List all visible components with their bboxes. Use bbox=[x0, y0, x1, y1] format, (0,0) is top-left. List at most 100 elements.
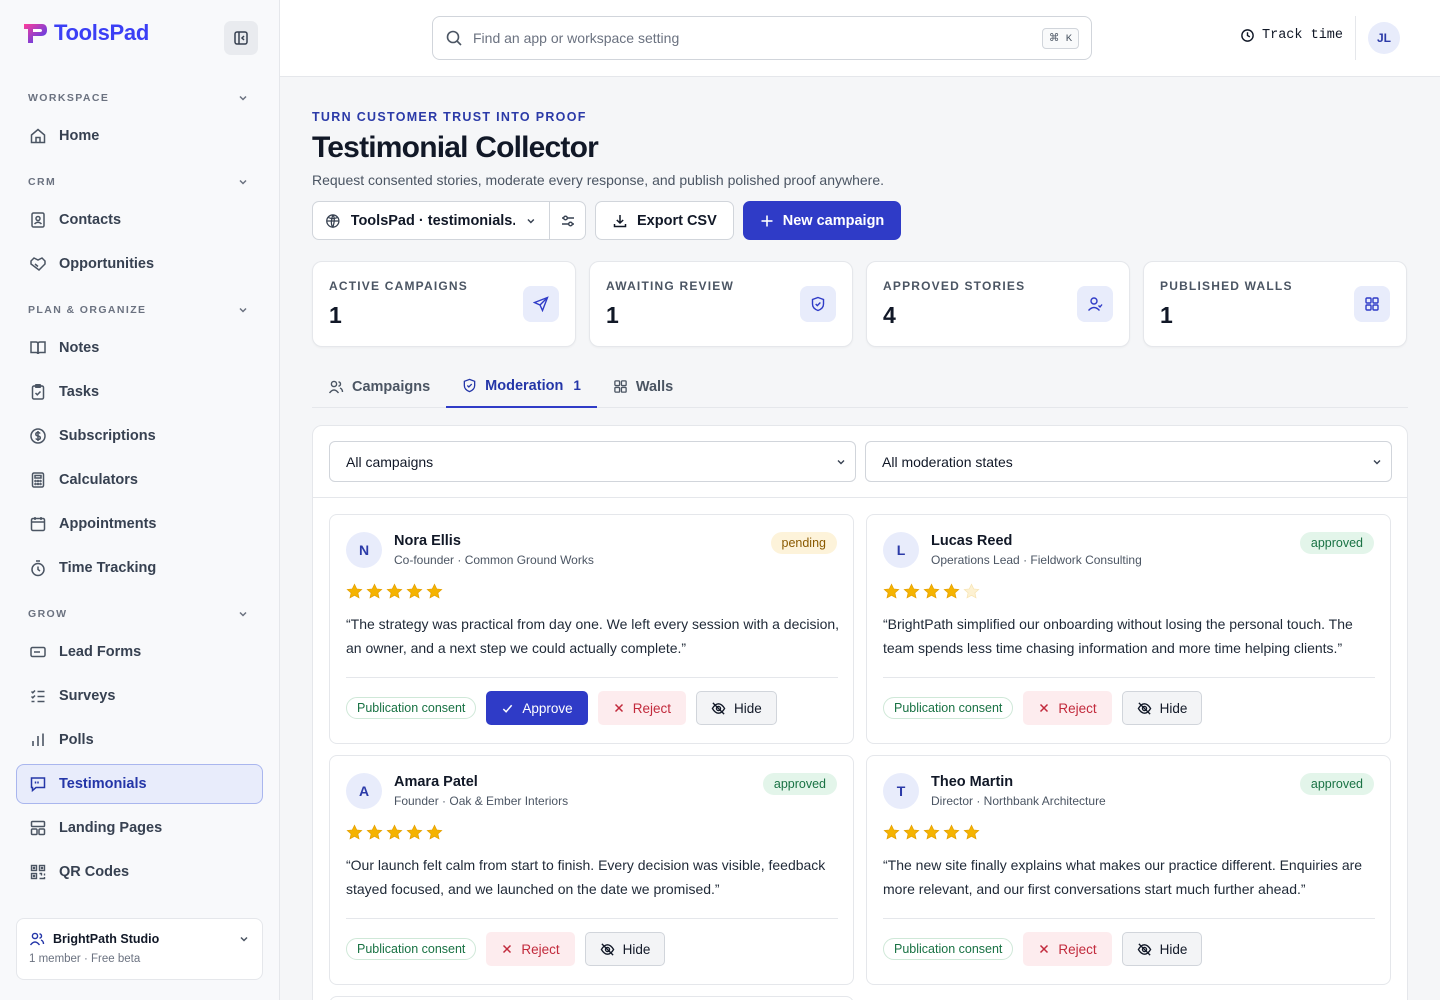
sidebar-item-label: Calculators bbox=[59, 472, 138, 488]
workspace-meta: 1 member · Free beta bbox=[29, 953, 141, 965]
page-eyebrow: TURN CUSTOMER TRUST INTO PROOF bbox=[312, 110, 587, 124]
user-icon bbox=[1087, 297, 1103, 311]
nav-section-crm[interactable]: CRM bbox=[16, 164, 263, 200]
star-filled-icon bbox=[426, 583, 443, 599]
grid-icon bbox=[1365, 297, 1379, 311]
close-icon bbox=[614, 703, 623, 713]
sidebar-item-appointments[interactable]: Appointments bbox=[16, 504, 263, 544]
consent-badge: Publication consent bbox=[346, 697, 477, 719]
testimonial-quote: “Our launch felt calm from start to fini… bbox=[346, 857, 826, 897]
tab-label: Walls bbox=[635, 378, 674, 395]
sidebar-item-opportunities[interactable]: Opportunities bbox=[16, 244, 263, 284]
reject-button[interactable]: Reject bbox=[1023, 932, 1112, 966]
download-icon bbox=[613, 214, 627, 227]
moderation-state-filter-select[interactable]: All moderation states bbox=[865, 441, 1392, 482]
globe-icon bbox=[326, 213, 340, 228]
eye-off-icon bbox=[600, 942, 615, 956]
sidebar-item-surveys[interactable]: Surveys bbox=[16, 676, 263, 716]
moderation-panel: All campaigns All moderation states N No… bbox=[312, 425, 1408, 1000]
author-role: Co-founder · Common Ground Works bbox=[394, 553, 594, 567]
search-box[interactable]: ⌘ K bbox=[432, 16, 1092, 60]
new-campaign-button[interactable]: New campaign bbox=[742, 201, 902, 240]
stat-icon-tile bbox=[800, 286, 836, 322]
sidebar-item-time-tracking[interactable]: Time Tracking bbox=[16, 548, 263, 588]
sidebar-item-label: Opportunities bbox=[59, 256, 155, 272]
star-rating bbox=[346, 824, 443, 841]
close-icon bbox=[1040, 944, 1049, 954]
stat-card-published-walls: PUBLISHED WALLS 1 bbox=[1143, 261, 1407, 347]
hide-button[interactable]: Hide bbox=[695, 691, 777, 725]
send-icon bbox=[533, 296, 549, 312]
hide-button[interactable]: Hide bbox=[584, 932, 666, 966]
track-time-button[interactable]: Track time bbox=[1240, 28, 1343, 43]
stat-card-active-campaigns: ACTIVE CAMPAIGNS 1 bbox=[312, 261, 576, 347]
stat-icon-tile bbox=[523, 286, 559, 322]
star-filled-icon bbox=[883, 583, 900, 599]
search-input[interactable] bbox=[473, 30, 1032, 46]
consent-badge: Publication consent bbox=[883, 938, 1014, 960]
hide-button[interactable]: Hide bbox=[1121, 691, 1203, 725]
collapse-sidebar-button[interactable] bbox=[224, 21, 258, 55]
brand[interactable]: ToolsPad bbox=[22, 20, 149, 46]
card-divider bbox=[346, 918, 838, 919]
chevron-down-icon bbox=[527, 218, 535, 224]
testimonial-card: A Amara Patel Founder · Oak & Ember Inte… bbox=[329, 755, 854, 985]
nav-section-workspace[interactable]: WORKSPACE bbox=[16, 80, 263, 116]
hide-label: Hide bbox=[622, 941, 651, 957]
testimonial-card: N Nora Ellis Co-founder · Common Ground … bbox=[329, 514, 854, 744]
reject-button[interactable]: Reject bbox=[597, 691, 686, 725]
author-role: Founder · Oak & Ember Interiors bbox=[394, 794, 569, 808]
star-filled-icon bbox=[346, 824, 363, 840]
eye-off-icon bbox=[1137, 701, 1152, 715]
hide-label: Hide bbox=[1159, 700, 1188, 716]
workspace-switcher[interactable]: BrightPath Studio 1 member · Free beta bbox=[16, 918, 263, 980]
clock-icon bbox=[1241, 29, 1254, 42]
keyboard-shortcut-badge: ⌘ K bbox=[1041, 27, 1079, 49]
approve-button[interactable]: Approve bbox=[486, 691, 588, 725]
star-rating bbox=[883, 824, 980, 841]
tab-campaigns[interactable]: Campaigns bbox=[312, 365, 446, 408]
sidebar-item-polls[interactable]: Polls bbox=[16, 720, 263, 760]
sidebar-item-home[interactable]: Home bbox=[16, 116, 263, 156]
star-filled-icon bbox=[943, 583, 960, 599]
sidebar-item-subscriptions[interactable]: Subscriptions bbox=[16, 416, 263, 456]
site-select-dropdown[interactable]: ToolsPad · testimonials.toolspad bbox=[313, 202, 549, 239]
sidebar-item-contacts[interactable]: Contacts bbox=[16, 200, 263, 240]
tab-walls[interactable]: Walls bbox=[597, 365, 689, 408]
dollar-circle-icon bbox=[30, 428, 46, 444]
approve-label: Approve bbox=[522, 700, 573, 716]
sidebar-item-lead-forms[interactable]: Lead Forms bbox=[16, 632, 263, 672]
bar-chart-icon bbox=[32, 733, 44, 746]
stat-value: 1 bbox=[329, 302, 342, 328]
qr-code-icon bbox=[30, 864, 46, 880]
nav-section-plan-organize[interactable]: PLAN & ORGANIZE bbox=[16, 292, 263, 328]
chevron-down-icon bbox=[1373, 459, 1381, 464]
chevron-down-icon bbox=[240, 936, 248, 942]
hide-button[interactable]: Hide bbox=[1121, 932, 1203, 966]
sidebar-item-testimonials[interactable]: Testimonials bbox=[16, 764, 263, 804]
author-role: Operations Lead · Fieldwork Consulting bbox=[931, 553, 1142, 567]
sidebar-item-landing-pages[interactable]: Landing Pages bbox=[16, 808, 263, 848]
sidebar-item-notes[interactable]: Notes bbox=[16, 328, 263, 368]
export-csv-button[interactable]: Export CSV bbox=[595, 201, 734, 240]
campaign-filter-select[interactable]: All campaigns bbox=[329, 441, 856, 482]
card-actions: Publication consent Reject Hide bbox=[346, 932, 666, 966]
site-settings-button[interactable] bbox=[549, 202, 585, 239]
tab-label: Moderation bbox=[485, 377, 564, 394]
contact-card-icon bbox=[31, 212, 45, 228]
close-icon bbox=[503, 944, 512, 954]
moderation-state-filter-value: All moderation states bbox=[882, 453, 1013, 470]
tab-moderation[interactable]: Moderation 1 bbox=[446, 365, 597, 408]
filter-bar: All campaigns All moderation states bbox=[329, 441, 1392, 482]
reject-button[interactable]: Reject bbox=[1023, 691, 1112, 725]
user-avatar[interactable]: JL bbox=[1368, 22, 1400, 54]
nav-section-grow[interactable]: GROW bbox=[16, 596, 263, 632]
sidebar-item-label: Surveys bbox=[59, 688, 116, 704]
author-name: Nora Ellis bbox=[394, 533, 461, 549]
sidebar-item-tasks[interactable]: Tasks bbox=[16, 372, 263, 412]
site-selector: ToolsPad · testimonials.toolspad bbox=[312, 201, 586, 240]
sidebar-item-qr-codes[interactable]: QR Codes bbox=[16, 852, 263, 892]
reject-button[interactable]: Reject bbox=[486, 932, 575, 966]
sidebar-item-calculators[interactable]: Calculators bbox=[16, 460, 263, 500]
handshake-icon bbox=[30, 257, 46, 271]
